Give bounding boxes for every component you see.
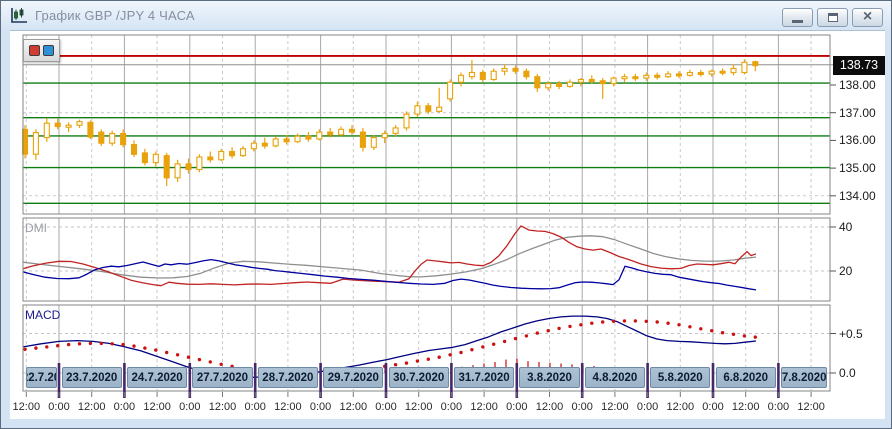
chart-client-area: DMI MACD 138.73 138.00 137.00 136.00 135.00… <box>10 30 885 419</box>
close-icon: × <box>862 7 873 25</box>
chart-canvas[interactable] <box>10 31 885 419</box>
chart-toolbar <box>23 39 60 62</box>
current-price-badge: 138.73 <box>833 55 885 75</box>
dmi-panel-label: DMI <box>25 221 47 235</box>
close-button[interactable]: × <box>852 8 883 27</box>
minimize-icon <box>792 19 803 23</box>
window-controls: × <box>782 8 883 27</box>
red-marker-button[interactable] <box>29 45 40 56</box>
window-title: График GBP /JPY 4 ЧАСА <box>35 8 195 23</box>
title-bar[interactable]: График GBP /JPY 4 ЧАСА × <box>1 1 891 30</box>
restore-icon <box>827 13 838 22</box>
chart-icon <box>9 7 29 25</box>
chart-window: График GBP /JPY 4 ЧАСА × DMI MACD 138.73… <box>0 0 892 429</box>
blue-marker-button[interactable] <box>43 45 54 56</box>
restore-button[interactable] <box>817 8 848 27</box>
minimize-button[interactable] <box>782 8 813 27</box>
macd-panel-label: MACD <box>25 308 61 322</box>
